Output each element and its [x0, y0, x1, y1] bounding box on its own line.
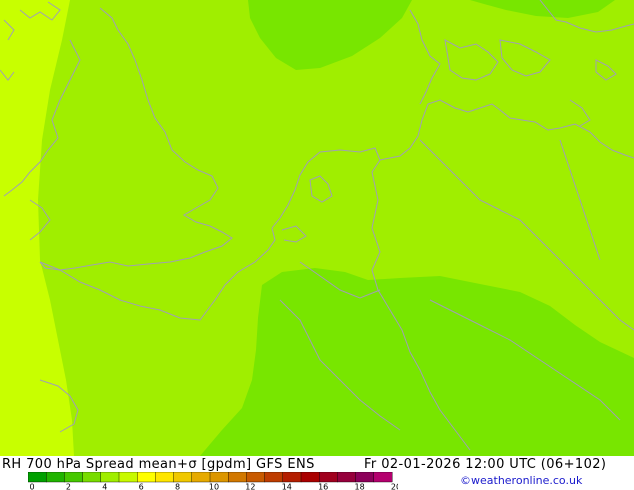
legend-swatch [246, 472, 266, 483]
legend-swatch [209, 472, 229, 483]
legend-swatch [64, 472, 84, 483]
legend-swatch [337, 472, 357, 483]
legend-swatch [100, 472, 120, 483]
map-title: RH 700 hPa Spread mean+σ [gpdm] GFS ENS [2, 457, 315, 472]
legend-tick-label: 2 [66, 483, 71, 490]
valid-datetime: Fr 02-01-2026 12:00 UTC (06+102) [364, 457, 607, 472]
credit-link[interactable]: ©weatheronline.co.uk [460, 474, 582, 487]
legend-swatch [373, 472, 393, 483]
legend-tick-label: 4 [102, 483, 107, 490]
legend-swatch [282, 472, 302, 483]
legend-swatch [300, 472, 320, 483]
legend-swatch [136, 472, 156, 483]
legend-swatch [173, 472, 193, 483]
legend-tick-label: 18 [355, 483, 365, 490]
map-canvas [0, 0, 634, 456]
legend-swatch [155, 472, 175, 483]
legend-swatch [355, 472, 375, 483]
legend-swatch [319, 472, 338, 483]
legend-swatch [82, 472, 102, 483]
legend-swatch [264, 472, 284, 483]
legend-swatch [191, 472, 211, 483]
legend-swatch [118, 472, 138, 483]
legend-tick-label: 16 [318, 483, 328, 490]
legend-tick-label: 8 [175, 483, 180, 490]
legend-tick-label: 10 [209, 483, 219, 490]
legend-tick-label: 6 [139, 483, 144, 490]
legend-tick-label: 0 [29, 483, 34, 490]
color-legend: 0 2 4 6 8 10 12 14 16 18 20 [28, 472, 398, 490]
legend-swatch [227, 472, 247, 483]
legend-swatch [46, 472, 65, 483]
legend-tick-label: 20 [391, 483, 398, 490]
legend-swatch [28, 472, 47, 483]
legend-tick-label: 12 [245, 483, 255, 490]
legend-tick-label: 14 [282, 483, 292, 490]
